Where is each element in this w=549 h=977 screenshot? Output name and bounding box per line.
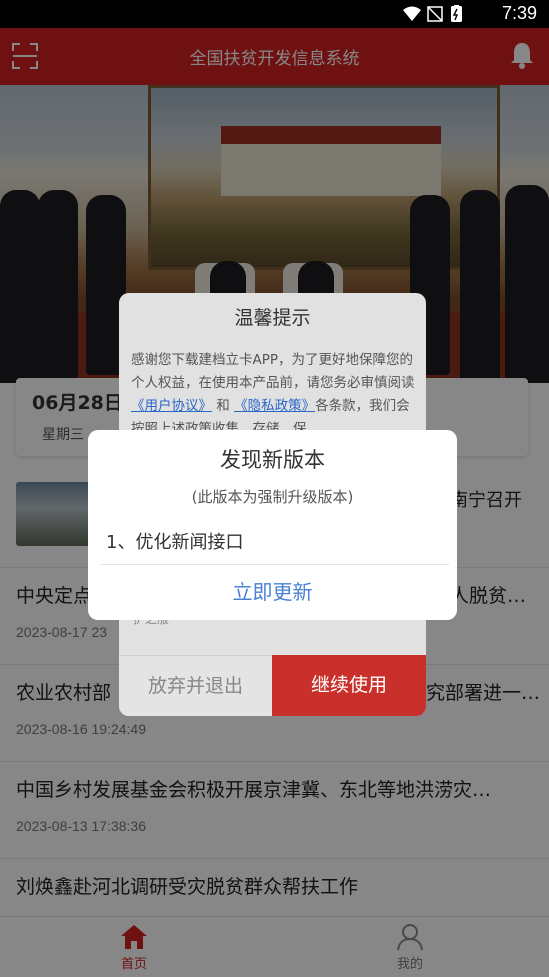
- privacy-dialog-title: 温馨提示: [234, 307, 311, 329]
- status-time: 7:39: [501, 3, 537, 23]
- update-release-notes: 1、优化新闻接口: [106, 532, 244, 553]
- privacy-body-text: 感谢您下载建档立卡APP，为了更好地保障您的个人权益，在使用本产品前，请您务必审…: [131, 352, 415, 391]
- update-now-button[interactable]: 立即更新: [88, 576, 457, 605]
- battery-icon: [451, 5, 462, 22]
- privacy-dialog-body: 感谢您下载建档立卡APP，为了更好地保障您的个人权益，在使用本产品前，请您务必审…: [131, 349, 415, 441]
- wifi-icon: [403, 6, 421, 21]
- update-dialog-subtitle: (此版本为强制升级版本): [191, 488, 354, 506]
- update-dialog: 发现新版本 (此版本为强制升级版本) 1、优化新闻接口 立即更新: [88, 430, 457, 620]
- signal-icon: [427, 6, 443, 22]
- quit-button[interactable]: 放弃并退出: [119, 655, 272, 716]
- privacy-body-and: 和: [212, 398, 235, 414]
- divider: [100, 564, 449, 565]
- update-dialog-title: 发现新版本: [220, 448, 325, 472]
- privacy-dialog-buttons: 放弃并退出 继续使用: [119, 655, 426, 716]
- status-bar: 7:39: [0, 0, 549, 28]
- status-icons: [403, 5, 462, 22]
- privacy-policy-link[interactable]: 《隐私政策》: [234, 398, 315, 414]
- user-agreement-link[interactable]: 《用户协议》: [131, 398, 212, 414]
- continue-button[interactable]: 继续使用: [272, 655, 426, 716]
